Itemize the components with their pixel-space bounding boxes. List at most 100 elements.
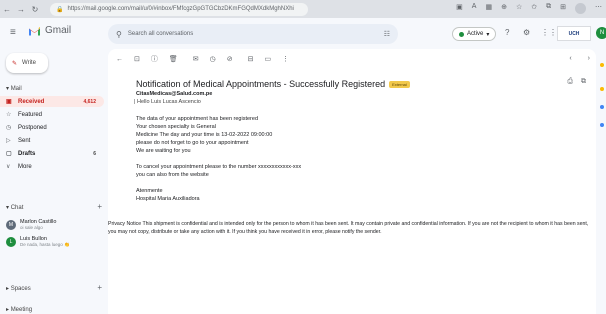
print-icon[interactable]: ⎙ — [567, 78, 573, 86]
profile-icon[interactable] — [575, 3, 586, 14]
address-bar[interactable]: 🔒 https://mail.google.com/mail/u/0/#inbo… — [50, 2, 308, 16]
compose-label: Write — [22, 60, 36, 66]
forward-icon[interactable]: → — [14, 5, 28, 14]
sidebar-item-label: Postponed — [18, 124, 47, 131]
privacy-notice: Privacy Notice This shipment is confiden… — [108, 221, 589, 235]
gmail-logo[interactable]: Gmail — [28, 25, 71, 36]
email-body-line: We are waiting for you — [136, 148, 191, 154]
search-input[interactable]: ⚲ Search all conversations ☷ — [108, 24, 398, 44]
contact-status: De nada, hasta luego 👏 — [20, 242, 70, 247]
label-icon[interactable]: ▭ — [265, 55, 272, 63]
chat-contact[interactable]: M Marlon Castillo oi sale algo — [6, 219, 56, 230]
bookmark-icon[interactable]: ☆ — [516, 3, 522, 14]
delete-icon[interactable]: 🗑 — [169, 55, 178, 63]
meeting-section-header[interactable]: ▸ Meeting — [6, 306, 32, 313]
subject-text: Notification of Medical Appointments - S… — [136, 79, 386, 89]
email-body-line: The data of your appointment has been re… — [136, 116, 258, 122]
browser-toolbar: ← → ↻ 🔒 https://mail.google.com/mail/u/0… — [0, 0, 606, 18]
status-selector[interactable]: Active ▾ — [452, 27, 497, 41]
gmail-m-icon — [29, 27, 40, 36]
organization-logo[interactable]: UCH — [557, 26, 591, 41]
menu-icon[interactable]: ≡ — [10, 27, 16, 38]
greeting-text: Hello Luis Lucas Ascencio — [136, 99, 201, 105]
chat-contact[interactable]: L Luis Bullon De nada, hasta luego 👏 — [6, 236, 70, 248]
chat-section-header[interactable]: ▾ Chat + — [6, 202, 102, 211]
mark-unread-icon[interactable]: ✉ — [193, 55, 199, 63]
sidebar-item-label: Featured — [18, 111, 43, 118]
chat-section-label: Chat — [10, 205, 24, 211]
search-placeholder: Search all conversations — [127, 31, 194, 37]
reload-icon[interactable]: ↻ — [28, 5, 42, 14]
archive-icon[interactable]: ⊡ — [134, 55, 140, 63]
email-view: ← ⊡ ⓘ 🗑 ✉ ◷ ⊘ ⊟ ▭ ⋮ ‹ › Notification of … — [108, 49, 596, 314]
translate-icon[interactable]: ▣ — [456, 3, 463, 14]
keep-icon[interactable] — [600, 87, 604, 91]
sidebar-item-more[interactable]: ∨ More — [0, 161, 104, 172]
sidebar-item-label: Sent — [18, 137, 31, 144]
email-body-line: Medicine The day and your time is 13-02-… — [136, 132, 273, 138]
draft-count: 6 — [93, 150, 96, 157]
sidebar-item-sent[interactable]: ▷ Sent — [0, 135, 104, 146]
sidebar-item-label: Received — [18, 98, 45, 105]
lock-icon: 🔒 — [56, 6, 64, 13]
contacts-icon[interactable] — [600, 123, 604, 127]
sidebar-item-label: Drafts — [18, 150, 36, 157]
star-icon: ☆ — [6, 112, 12, 118]
tasks-icon[interactable] — [600, 105, 604, 109]
email-body-line: you can also from the website — [136, 172, 209, 178]
extensions-icon[interactable]: ⊞ — [560, 3, 566, 14]
spaces-section-header[interactable]: ▸ Spaces + — [6, 283, 102, 292]
url-text: https://mail.google.com/mail/u/0/#inbox/… — [67, 6, 294, 12]
calendar-icon[interactable] — [600, 63, 604, 67]
inbox-icon: ▣ — [6, 99, 12, 105]
sender-address[interactable]: CitasMedicas@Salud.com.pe — [136, 91, 212, 97]
open-new-window-icon[interactable]: ⧉ — [581, 78, 586, 86]
email-body-line: please do not forget to go to your appoi… — [136, 140, 249, 146]
collections-icon[interactable]: ⧉ — [546, 3, 551, 14]
search-icon[interactable]: ⚲ — [116, 30, 122, 39]
account-avatar[interactable]: N — [596, 27, 606, 39]
apps-icon[interactable]: ⋮⋮ — [541, 28, 557, 37]
sidebar-item-label: More — [18, 163, 32, 170]
email-body-line: To cancel your appointment please to the… — [136, 164, 302, 170]
sidebar-item-received[interactable]: ▣ Received 4,612 — [0, 96, 104, 107]
pencil-icon: ✎ — [12, 60, 18, 67]
report-spam-icon[interactable]: ⓘ — [151, 54, 158, 64]
add-space-icon[interactable]: + — [97, 283, 102, 292]
gmail-header: ≡ Gmail ⚲ Search all conversations ☷ Act… — [0, 18, 606, 49]
more-icon[interactable]: ⋯ — [595, 3, 602, 14]
sidebar-item-drafts[interactable]: ▢ Drafts 6 — [0, 148, 104, 159]
external-badge[interactable]: External — [389, 80, 410, 88]
compose-button[interactable]: ✎ Write — [6, 53, 48, 73]
older-icon[interactable]: › — [588, 55, 590, 62]
sidebar-item-featured[interactable]: ☆ Featured — [0, 109, 104, 120]
add-chat-icon[interactable]: + — [97, 202, 102, 211]
gmail-wordmark: Gmail — [45, 25, 72, 36]
spaces-section-label: Spaces — [10, 286, 31, 292]
favorites-icon[interactable]: ✩ — [531, 3, 537, 14]
side-panel — [597, 49, 606, 314]
status-label: Active — [467, 31, 484, 37]
back-to-inbox-icon[interactable]: ← — [116, 56, 123, 63]
clock-icon: ◷ — [6, 125, 12, 131]
help-icon[interactable]: ? — [505, 28, 509, 37]
email-toolbar: ← ⊡ ⓘ 🗑 ✉ ◷ ⊘ ⊟ ▭ ⋮ ‹ › — [108, 49, 596, 69]
newer-icon[interactable]: ‹ — [569, 55, 571, 62]
chevron-down-icon: ∨ — [6, 164, 11, 170]
zoom-icon[interactable]: ⊕ — [501, 3, 507, 14]
move-to-icon[interactable]: ⊟ — [248, 55, 254, 63]
filter-icon[interactable]: ☷ — [384, 30, 390, 38]
add-task-icon[interactable]: ⊘ — [227, 55, 233, 63]
back-icon[interactable]: ← — [0, 5, 14, 14]
sidebar: ✎ Write ▾ Mail ▣ Received 4,612 ☆ Featur… — [0, 49, 108, 314]
sidebar-item-postponed[interactable]: ◷ Postponed — [0, 122, 104, 133]
snooze-icon[interactable]: ◷ — [210, 55, 216, 63]
reader-icon[interactable]: A — [472, 3, 477, 14]
email-greeting: | Hello Luis Lucas Ascencio — [134, 99, 201, 105]
more-options-icon[interactable]: ⋮ — [282, 55, 289, 63]
mail-section-header[interactable]: ▾ Mail — [6, 85, 22, 92]
email-body-line: Your chosen specialty is General — [136, 124, 216, 130]
settings-icon[interactable]: ⚙ — [523, 28, 530, 37]
grid-icon[interactable]: ▦ — [485, 3, 492, 14]
email-body-line: Hospital Maria Auxiliadora — [136, 196, 200, 202]
